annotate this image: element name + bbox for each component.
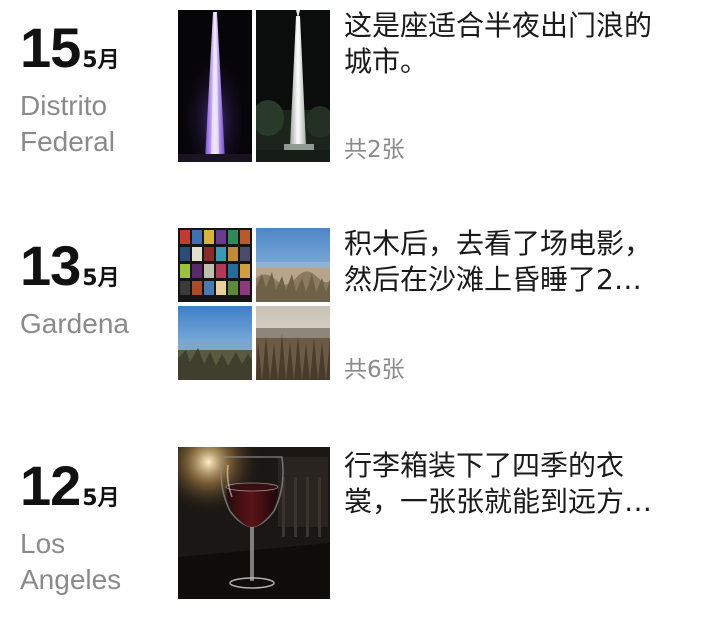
moment-post[interactable]: 125月 Los Angeles 行李箱装下了四季的衣 裳，一张张就能到远方… bbox=[0, 440, 721, 615]
day-number: 12 bbox=[20, 454, 81, 517]
photo-count: 共2张 bbox=[344, 137, 405, 163]
beach-grass-photo[interactable] bbox=[256, 306, 330, 380]
excerpt-line: 然后在沙滩上昏睡了2… bbox=[344, 263, 642, 296]
location-line: Gardena bbox=[20, 308, 129, 339]
location-label: Los Angeles bbox=[20, 526, 121, 598]
month-label: 5月 bbox=[82, 266, 120, 291]
month-label: 5月 bbox=[82, 48, 120, 73]
post-text[interactable]: 积木后，去看了场电影， 然后在沙滩上昏睡了2… 共6张 bbox=[344, 226, 714, 383]
location-line: Federal bbox=[20, 126, 115, 157]
post-excerpt: 积木后，去看了场电影， 然后在沙滩上昏睡了2… bbox=[344, 226, 714, 298]
day-number: 13 bbox=[20, 234, 81, 297]
location-label: Distrito Federal bbox=[20, 88, 115, 160]
moment-post[interactable]: 135月 Gardena 积木后，去看了场电影， 然后在沙滩上昏睡了2… 共6张 bbox=[0, 220, 721, 390]
night-obelisk-purple-photo[interactable] bbox=[178, 10, 252, 162]
excerpt-line: 积木后，去看了场电影， bbox=[344, 227, 653, 260]
excerpt-line: 行李箱装下了四季的衣 bbox=[344, 449, 625, 482]
excerpt-line: 裳，一张张就能到远方… bbox=[344, 485, 653, 518]
excerpt-line: 这是座适合半夜出门浪的 bbox=[344, 9, 653, 42]
location-label: Gardena bbox=[20, 306, 129, 342]
beach-shore-photo[interactable] bbox=[178, 306, 252, 380]
location-line: Angeles bbox=[20, 564, 122, 595]
movie-poster-wall-photo[interactable] bbox=[178, 228, 252, 302]
post-excerpt: 行李箱装下了四季的衣 裳，一张张就能到远方… bbox=[344, 448, 714, 520]
wine-glass-photo[interactable] bbox=[178, 447, 330, 599]
photo-count: 共6张 bbox=[344, 357, 405, 383]
location-line: Distrito bbox=[20, 90, 108, 121]
month-label: 5月 bbox=[82, 486, 120, 511]
beach-dunes-photo[interactable] bbox=[256, 228, 330, 302]
location-line: Los bbox=[20, 528, 66, 559]
excerpt-line: 城市。 bbox=[344, 45, 429, 78]
post-text[interactable]: 行李箱装下了四季的衣 裳，一张张就能到远方… bbox=[344, 448, 714, 520]
night-obelisk-white-photo[interactable] bbox=[256, 10, 330, 162]
post-excerpt: 这是座适合半夜出门浪的 城市。 bbox=[344, 8, 714, 80]
post-text[interactable]: 这是座适合半夜出门浪的 城市。 共2张 bbox=[344, 8, 714, 163]
day-number: 15 bbox=[20, 16, 81, 79]
moment-post[interactable]: 155月 Distrito Federal 这是座适合半夜出门浪的 城市。 共2… bbox=[0, 0, 721, 180]
